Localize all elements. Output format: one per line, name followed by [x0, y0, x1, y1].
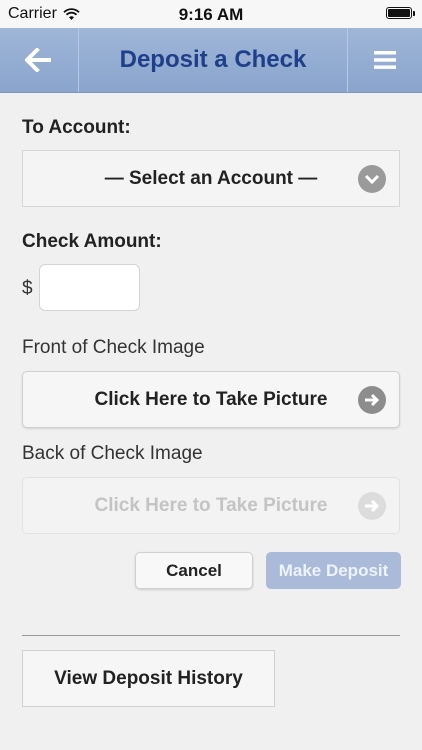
status-time: 9:16 AM	[178, 5, 244, 24]
hamburger-menu-icon	[374, 51, 396, 69]
back-arrow-icon	[25, 48, 51, 72]
chevron-down-icon	[358, 165, 386, 193]
check-amount-label: Check Amount:	[22, 231, 162, 252]
front-picture-button-label: Click Here to Take Picture	[94, 388, 328, 410]
page-title: Deposit a Check	[119, 46, 307, 73]
front-picture-button[interactable]: Click Here to Take Picture	[22, 371, 400, 428]
battery-icon	[386, 7, 415, 19]
check-amount-input[interactable]	[39, 264, 140, 311]
to-account-label: To Account:	[22, 117, 131, 138]
account-select[interactable]: — Select an Account —	[22, 150, 400, 207]
divider	[22, 635, 400, 636]
arrow-right-icon	[358, 386, 386, 414]
back-image-label: Back of Check Image	[22, 443, 203, 464]
back-picture-button[interactable]: Click Here to Take Picture	[22, 477, 400, 534]
status-bar: Carrier 9:16 AM	[0, 0, 422, 28]
account-select-value: — Select an Account —	[104, 167, 318, 189]
view-deposit-history-button[interactable]: View Deposit History	[22, 650, 275, 707]
back-picture-button-label: Click Here to Take Picture	[94, 494, 328, 516]
make-deposit-button[interactable]: Make Deposit	[266, 552, 401, 589]
cancel-button[interactable]: Cancel	[135, 552, 253, 589]
nav-bar: Deposit a Check	[0, 28, 422, 93]
menu-button[interactable]	[347, 28, 422, 92]
back-button[interactable]	[0, 28, 79, 92]
front-image-label: Front of Check Image	[22, 337, 205, 358]
currency-symbol: $	[22, 278, 33, 299]
arrow-right-icon	[358, 492, 386, 520]
